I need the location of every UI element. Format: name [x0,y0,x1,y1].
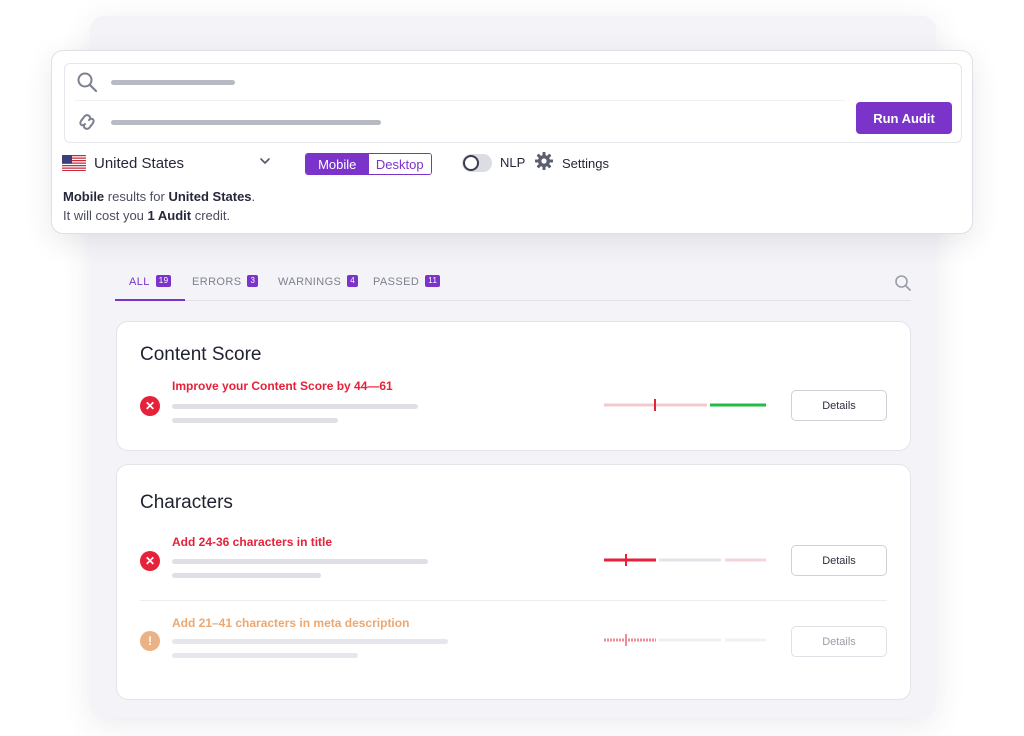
tab-warnings-count: 4 [347,275,359,287]
tab-passed-count: 11 [425,275,441,287]
settings-label: Settings [562,155,609,171]
error-icon: ✕ [140,551,160,571]
gear-icon [534,151,554,176]
device-toggle: Mobile Desktop [305,153,432,175]
nlp-toggle[interactable] [462,154,492,172]
filter-search-icon[interactable] [893,273,913,293]
info-cost-prefix: It will cost you [63,208,148,223]
tab-errors-count: 3 [247,275,259,287]
device-mobile-button[interactable]: Mobile [306,154,369,174]
info-device: Mobile [63,189,105,204]
details-button[interactable]: Details [791,390,887,421]
info-country: United States [168,189,252,204]
filter-tabs: ALL 19 ERRORS 3 WARNINGS 4 PASSED 11 [114,275,911,301]
chevron-down-icon [258,154,272,168]
issue-title: Add 24-36 characters in title [172,535,333,549]
keyword-placeholder-bar [111,80,235,85]
title-length-meter [604,554,766,566]
audit-input-box: Run Audit [64,63,962,143]
tab-all-count: 19 [155,275,172,287]
section-title: Characters [140,492,233,513]
country-select[interactable]: United States [62,151,272,175]
issue-desc-bar [172,639,448,644]
issue-title: Add 21–41 characters in meta description [172,616,410,630]
tab-errors[interactable]: ERRORS 3 [192,275,259,300]
audit-info-text: Mobile results for United States. It wil… [63,187,255,225]
keyword-input[interactable] [75,64,845,101]
tab-passed[interactable]: PASSED 11 [373,275,441,300]
section-content-score: Content Score ✕ Improve your Content Sco… [116,321,911,451]
meta-length-meter [604,634,766,646]
device-desktop-button[interactable]: Desktop [368,154,431,174]
tab-warnings-label: WARNINGS [278,276,342,288]
tab-errors-label: ERRORS [192,276,242,288]
run-audit-button[interactable]: Run Audit [856,102,952,134]
url-placeholder-bar [111,120,381,125]
url-input[interactable] [75,104,845,140]
section-title: Content Score [140,344,262,365]
tab-all[interactable]: ALL 19 [114,275,187,301]
details-button[interactable]: Details [791,545,887,576]
country-label: United States [94,154,185,172]
issue-divider [140,600,887,601]
audit-form-card: Run Audit United States Mobile Desktop N… [51,50,973,234]
tab-all-label: ALL [129,276,150,288]
score-meter [604,399,766,411]
warning-icon: ! [140,631,160,651]
link-icon [75,110,99,134]
issue-desc-bar [172,653,358,658]
tab-warnings[interactable]: WARNINGS 4 [278,275,359,300]
us-flag-icon [62,155,86,171]
toggle-knob [463,155,479,171]
issue-desc-bar [172,404,418,409]
error-icon: ✕ [140,396,160,416]
nlp-label: NLP [500,155,526,170]
issue-desc-bar [172,559,428,564]
issue-desc-bar [172,418,338,423]
info-credit: 1 Audit [147,208,192,223]
details-button[interactable]: Details [791,626,887,657]
section-characters: Characters ✕ Add 24-36 characters in tit… [116,464,911,700]
info-end: . [251,189,256,204]
settings-button[interactable]: Settings [534,151,609,176]
info-mid: results for [104,189,169,204]
issue-title: Improve your Content Score by 44—61 [172,379,393,393]
info-cost-suffix: credit. [191,208,231,223]
issue-desc-bar [172,573,321,578]
tab-passed-label: PASSED [373,276,420,288]
search-icon [75,70,99,94]
